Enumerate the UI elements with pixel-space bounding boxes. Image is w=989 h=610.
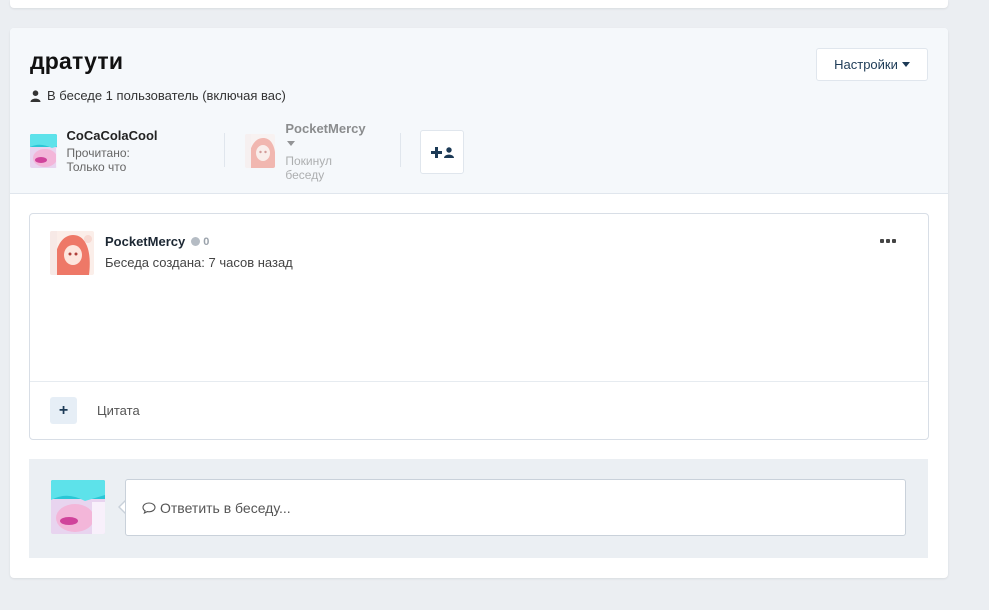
participant-name[interactable]: CoCaColaCool <box>67 128 166 143</box>
reputation-dot-icon <box>191 237 201 246</box>
caret-down-icon[interactable] <box>287 140 296 146</box>
author-name[interactable]: PocketMercy <box>105 234 185 249</box>
quote-button[interactable]: Цитата <box>97 403 140 418</box>
avatar[interactable] <box>51 480 105 534</box>
conversation-panel: дратути В беседе 1 пользователь (включая… <box>10 28 948 578</box>
participants-summary: В беседе 1 пользователь (включая вас) <box>30 88 286 103</box>
reputation-value: 0 <box>203 235 210 248</box>
multiquote-plus-button[interactable]: + <box>50 397 77 424</box>
add-participant-button[interactable] <box>420 130 464 174</box>
message-date: Беседа создана: 7 часов назад <box>105 255 293 270</box>
participant-item[interactable]: PocketMercy Покинул беседу <box>245 121 369 182</box>
user-icon <box>443 146 454 158</box>
divider <box>224 133 225 167</box>
comment-icon <box>142 501 156 514</box>
reply-input[interactable]: Ответить в беседу... <box>125 479 906 536</box>
reply-placeholder: Ответить в беседу... <box>160 499 291 516</box>
divider <box>400 133 401 167</box>
settings-button[interactable]: Настройки <box>816 48 928 81</box>
plus-icon <box>430 146 442 158</box>
avatar[interactable] <box>245 134 276 168</box>
avatar[interactable] <box>30 134 57 168</box>
reputation-badge: 0 <box>191 236 209 248</box>
settings-button-label: Настройки <box>834 57 898 72</box>
message-card: PocketMercy 0 Беседа создана: 7 часов на… <box>29 213 929 440</box>
user-icon <box>30 89 41 102</box>
participant-name-text: PocketMercy <box>285 120 366 136</box>
participant-status: Покинул беседу <box>285 153 332 182</box>
message-author: PocketMercy 0 <box>105 234 209 249</box>
participant-status: Прочитано: Только что <box>66 146 130 174</box>
reply-area: Ответить в беседу... <box>29 459 928 558</box>
conversation-title: дратути <box>30 48 124 74</box>
avatar[interactable] <box>50 231 94 275</box>
participants-summary-text: В беседе 1 пользователь (включая вас) <box>47 88 286 103</box>
participant-item[interactable]: CoCaColaCool Прочитано: Только что <box>30 128 165 174</box>
conversation-header: дратути В беседе 1 пользователь (включая… <box>10 28 948 194</box>
more-options-icon[interactable] <box>880 239 896 245</box>
participant-name[interactable]: PocketMercy <box>285 121 369 151</box>
previous-block-edge <box>10 0 948 8</box>
caret-down-icon <box>901 62 910 67</box>
message-footer: + Цитата <box>30 381 928 440</box>
